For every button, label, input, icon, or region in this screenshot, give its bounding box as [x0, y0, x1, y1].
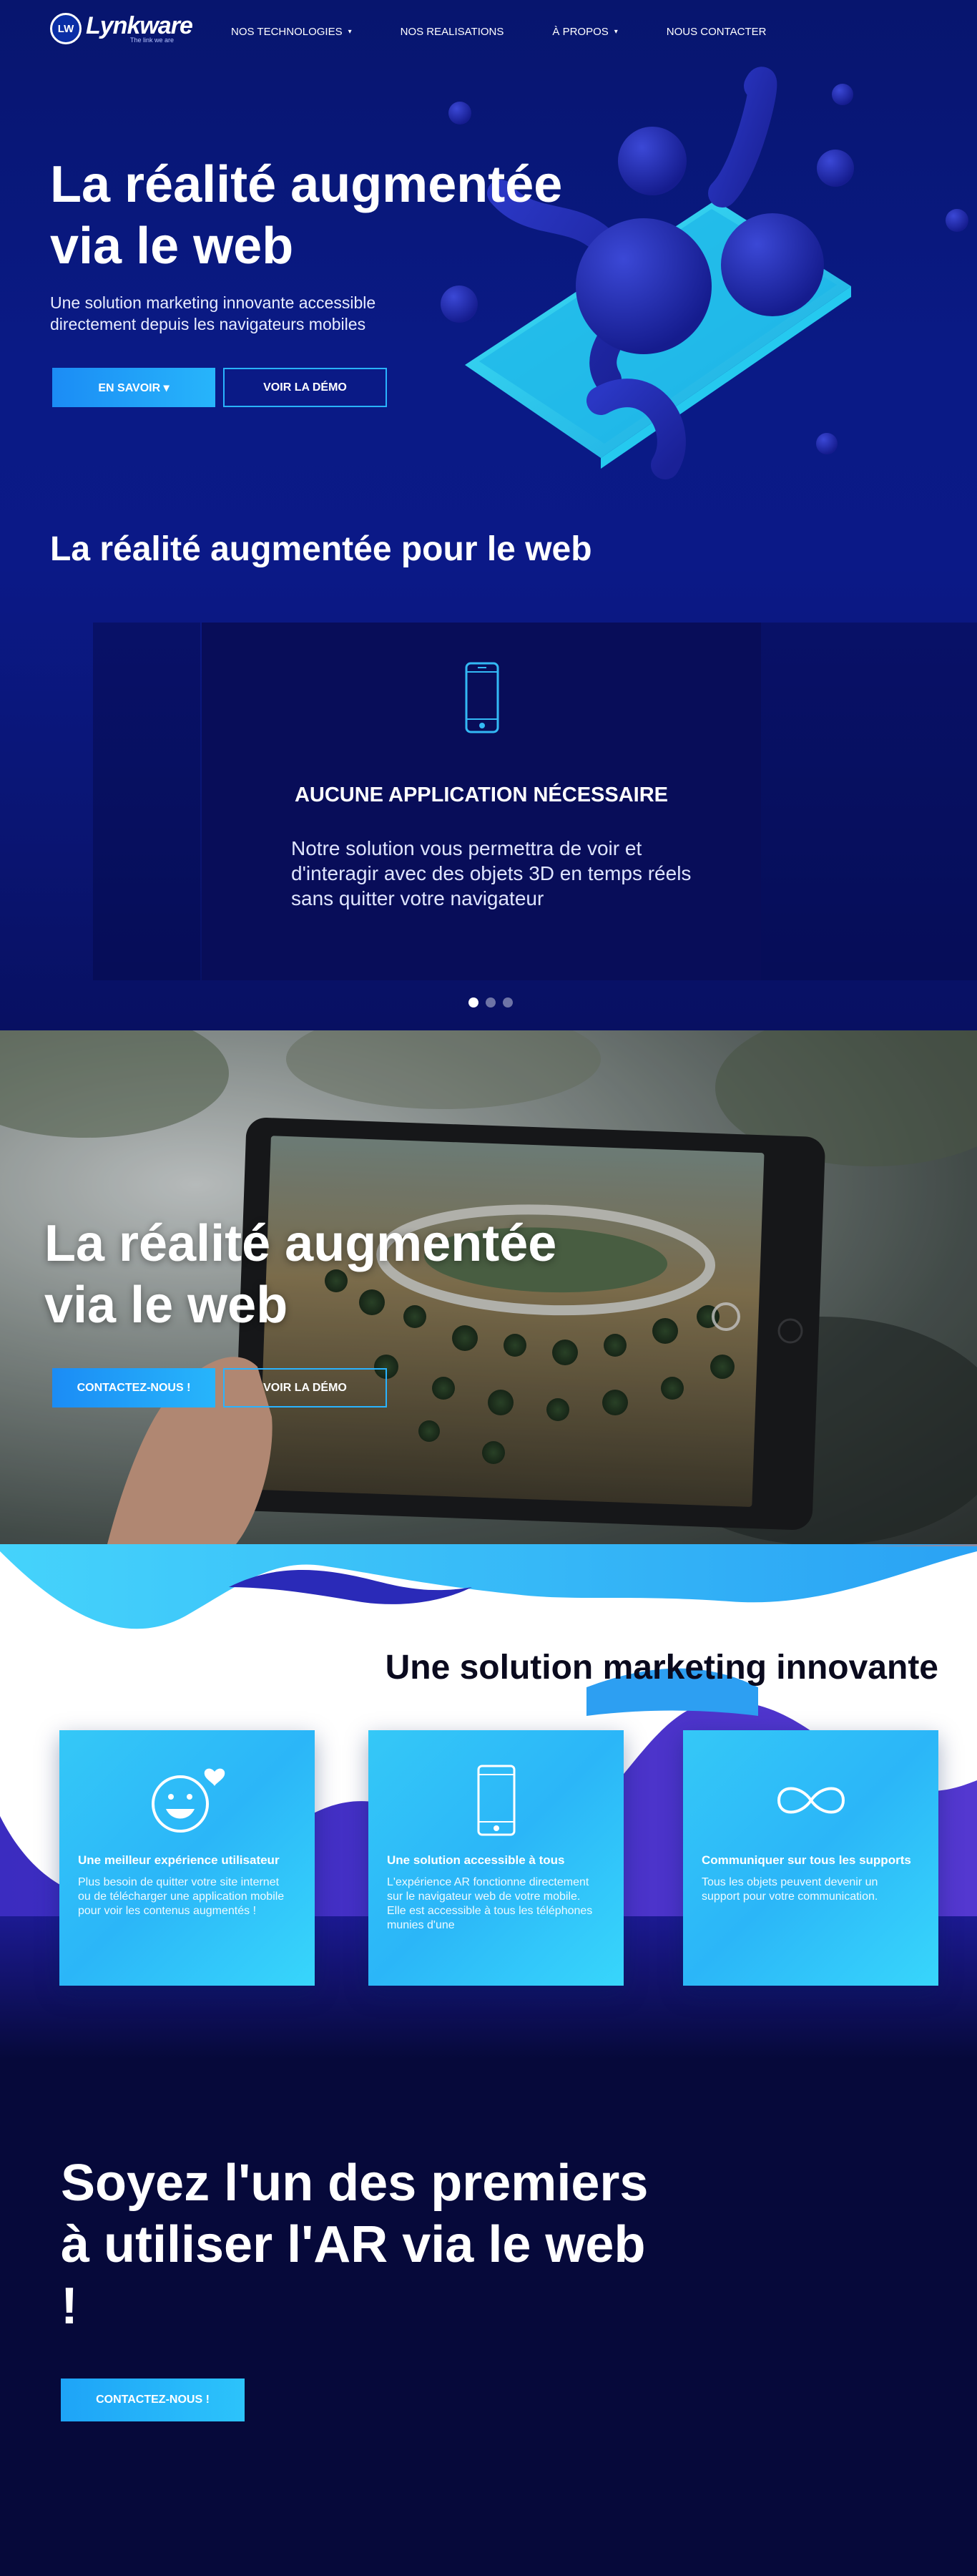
features-title: Une solution marketing innovante	[385, 1649, 938, 1687]
chevron-down-icon: ▾	[348, 28, 352, 36]
chevron-down-icon: ▾	[614, 28, 618, 36]
hero-phone-illustration	[441, 67, 968, 479]
infinity-icon	[777, 1787, 845, 1813]
smartphone-icon	[465, 662, 499, 733]
cta-section: Soyez l'un des premiers à utiliser l'AR …	[0, 2059, 977, 2576]
card-title: Une solution accessible à tous	[387, 1853, 565, 1867]
nav-item-realisations[interactable]: NOS REALISATIONS	[401, 26, 504, 38]
card-text: L'expérience AR fonctionne directement s…	[387, 1876, 593, 1931]
nav-item-label: NOS TECHNOLOGIES	[231, 26, 343, 38]
slider-dot-3[interactable]	[503, 997, 513, 1008]
card-title: Une meilleur expérience utilisateur	[78, 1853, 280, 1867]
nav-menu: NOS TECHNOLOGIES ▾ NOS REALISATIONS À PR…	[231, 26, 815, 38]
hero-section: LW Lynkware The link we are NOS TECHNOLO…	[0, 0, 977, 1030]
slide-text: Notre solution vous permettra de voir et…	[291, 837, 692, 909]
logo[interactable]: LW Lynkware The link we are	[50, 12, 193, 44]
card-title: Communiquer sur tous les supports	[702, 1853, 911, 1867]
cta-contact-button[interactable]: CONTACTEZ-NOUS !	[61, 2379, 245, 2421]
card-text: Plus besoin de quitter votre site intern…	[78, 1876, 285, 1917]
card-icon-wrap	[368, 1762, 624, 1838]
learn-more-button[interactable]: EN SAVOIR ▾	[52, 368, 215, 407]
cta-title: Soyez l'un des premiers à utiliser l'AR …	[61, 2155, 649, 2335]
nav-item-a-propos[interactable]: À PROPOS ▾	[552, 26, 617, 38]
feature-card-accessible: Une solution accessible à tous L'expérie…	[368, 1730, 624, 1986]
nav-item-label: À PROPOS	[552, 26, 609, 38]
feature-card-experience: Une meilleur expérience utilisateur Plus…	[59, 1730, 315, 1986]
slider-card: AUCUNE APPLICATION NÉCESSAIRE Notre solu…	[202, 623, 761, 980]
contact-us-button[interactable]: CONTACTEZ-NOUS !	[52, 1368, 215, 1407]
section-title: La réalité augmentée pour le web	[50, 530, 592, 568]
nav-item-technologies[interactable]: NOS TECHNOLOGIES ▾	[231, 26, 352, 38]
nav-item-label: NOUS CONTACTER	[666, 26, 767, 38]
slider-prev-slide[interactable]	[93, 623, 200, 980]
slider-dot-2[interactable]	[486, 997, 496, 1008]
nav-item-contact[interactable]: NOUS CONTACTER	[667, 26, 767, 38]
hero-subtitle: Une solution marketing innovante accessi…	[50, 293, 376, 333]
card-icon-wrap	[59, 1762, 315, 1838]
nav-item-label: NOS REALISATIONS	[400, 26, 504, 38]
card-icon-wrap	[683, 1762, 938, 1838]
logo-badge-icon: LW	[50, 13, 82, 44]
photo-title: La réalité augmentée via le web	[44, 1215, 557, 1334]
slide-heading: AUCUNE APPLICATION NÉCESSAIRE	[294, 784, 669, 806]
logo-name: Lynkware	[86, 12, 193, 39]
feature-card-supports: Communiquer sur tous les supports Tous l…	[683, 1730, 938, 1986]
card-text: Tous les objets peuvent devenir un suppo…	[702, 1876, 878, 1903]
smiley-heart-icon	[151, 1768, 225, 1833]
view-demo-button-2[interactable]: VOIR LA DÉMO	[223, 1368, 387, 1407]
logo-text: Lynkware The link we are	[86, 12, 193, 44]
hero-title: La réalité augmentée via le web	[50, 156, 563, 275]
view-demo-button[interactable]: VOIR LA DÉMO	[223, 368, 387, 407]
slider-next-slide[interactable]	[758, 623, 977, 980]
slider-dot-1[interactable]	[468, 997, 478, 1008]
top-nav: LW Lynkware The link we are NOS TECHNOLO…	[0, 0, 977, 66]
tablet-photo-section: La réalité augmentée via le web CONTACTE…	[0, 1030, 977, 1544]
slider-dots	[468, 997, 520, 1008]
smartphone-icon	[477, 1765, 515, 1835]
features-section: Une solution marketing innovante Une mei…	[0, 1544, 977, 2059]
